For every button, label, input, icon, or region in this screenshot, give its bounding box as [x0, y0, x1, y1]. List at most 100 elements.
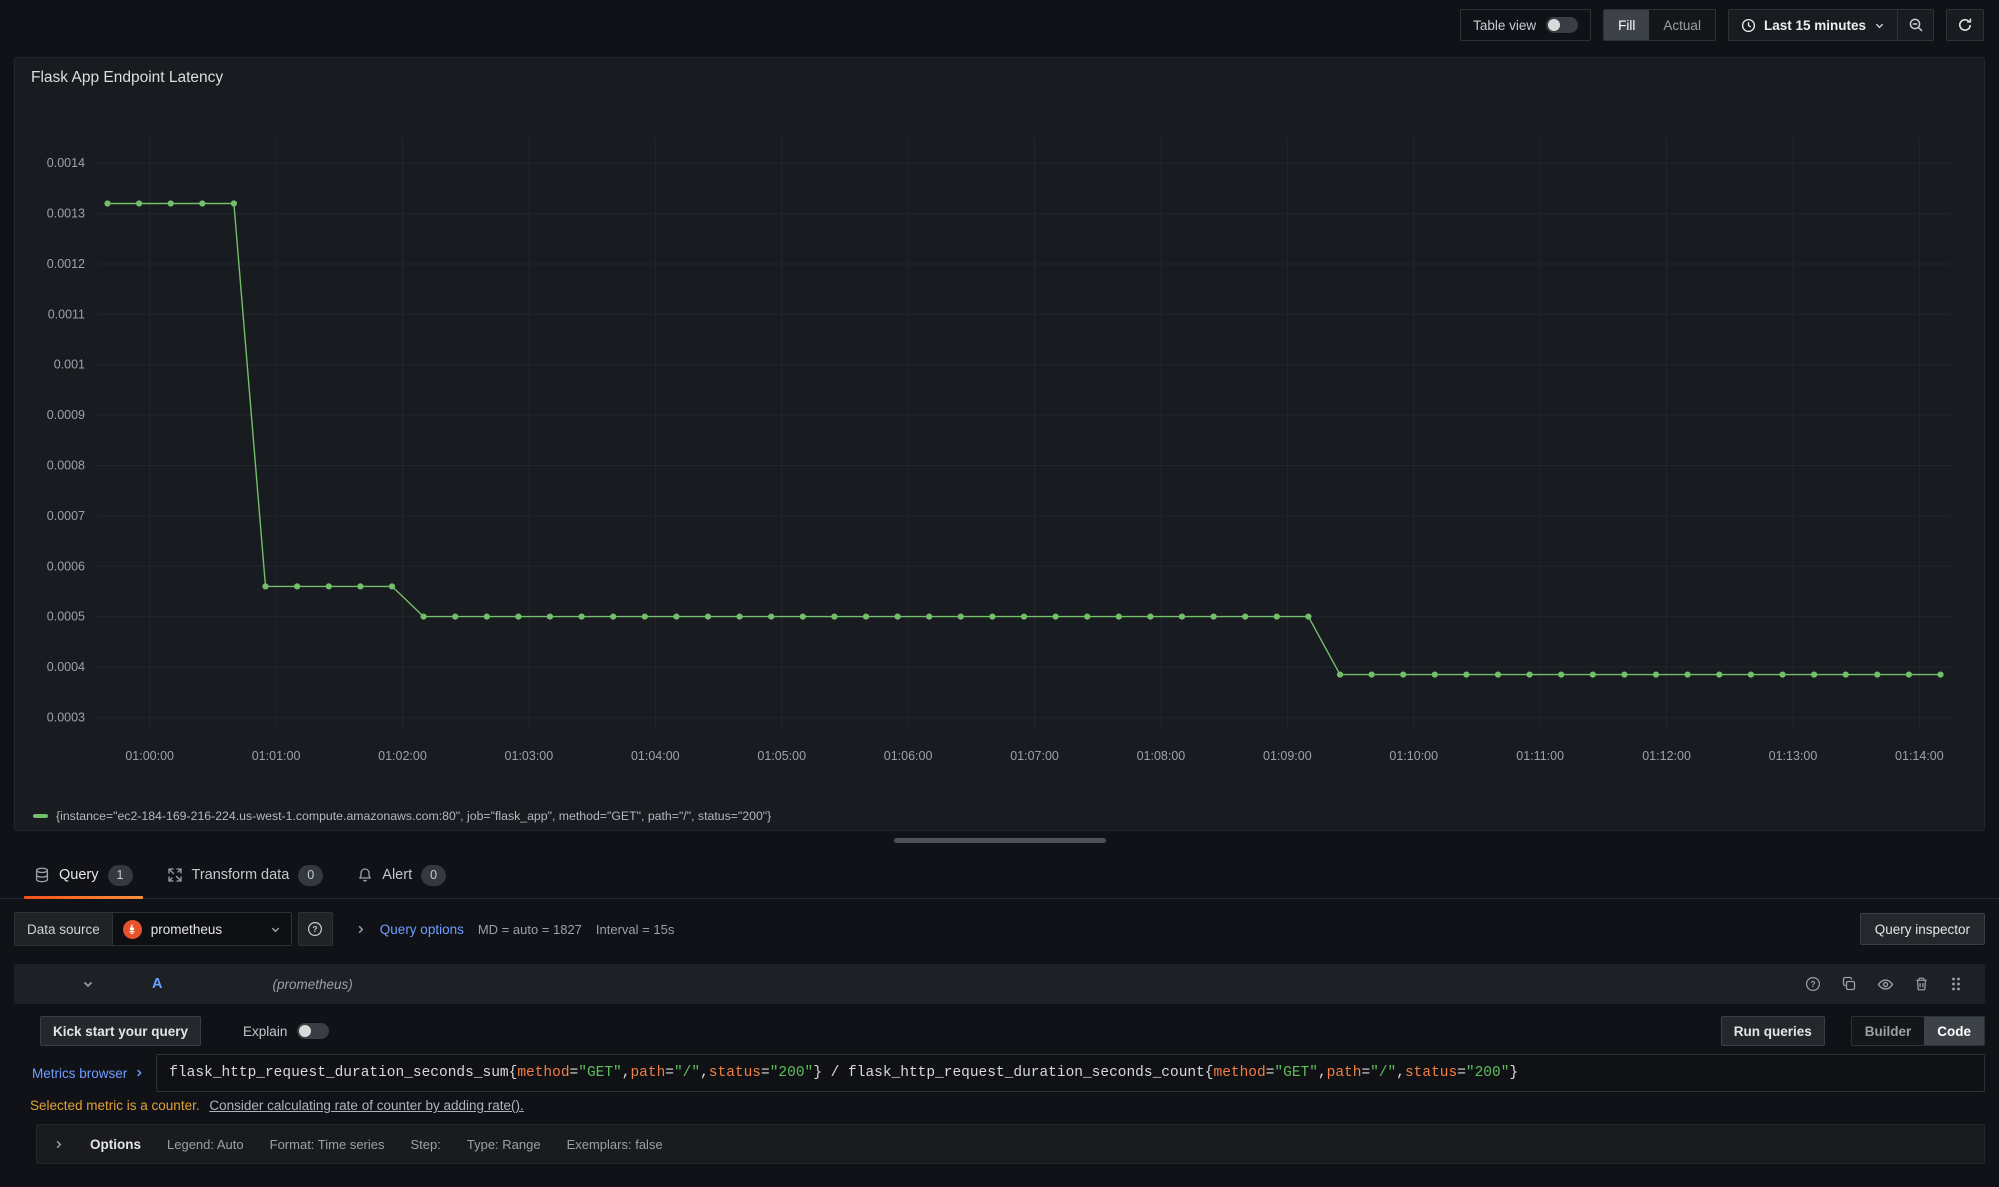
- chart-legend[interactable]: {instance="ec2-184-169-216-224.us-west-1…: [33, 809, 771, 823]
- svg-text:0.0014: 0.0014: [47, 156, 85, 170]
- options-format: Format: Time series: [270, 1137, 385, 1152]
- refresh-button[interactable]: [1946, 9, 1984, 41]
- query-ref-id[interactable]: A: [152, 976, 162, 992]
- query-editor-row: Metrics browser flask_http_request_durat…: [14, 1054, 1985, 1092]
- interval-value: Interval = 15s: [596, 922, 674, 937]
- svg-text:0.0003: 0.0003: [47, 710, 85, 724]
- tab-transform-count: 0: [298, 865, 323, 886]
- svg-text:01:11:00: 01:11:00: [1516, 749, 1564, 763]
- query-help-icon[interactable]: ?: [1805, 976, 1821, 992]
- svg-text:01:05:00: 01:05:00: [757, 749, 806, 763]
- explain-label: Explain: [243, 1024, 287, 1039]
- tab-query-label: Query: [59, 867, 99, 883]
- tab-transform-label: Transform data: [192, 867, 290, 883]
- builder-mode-button[interactable]: Builder: [1852, 1017, 1925, 1045]
- prometheus-logo-icon: [123, 920, 142, 939]
- svg-text:0.0006: 0.0006: [47, 559, 85, 573]
- svg-text:01:02:00: 01:02:00: [378, 749, 427, 763]
- query-options-summary: Query options MD = auto = 1827 Interval …: [355, 922, 675, 937]
- chart-svg: 0.00140.00130.00120.00110.0010.00090.000…: [23, 98, 1978, 798]
- svg-text:0.0012: 0.0012: [47, 257, 85, 271]
- panel-resize-handle[interactable]: [894, 838, 1106, 843]
- svg-text:01:10:00: 01:10:00: [1389, 749, 1438, 763]
- query-toolbar: Kick start your query Explain Run querie…: [40, 1015, 1985, 1047]
- legend-series-marker: [33, 814, 48, 818]
- options-legend: Legend: Auto: [167, 1137, 244, 1152]
- svg-text:0.0009: 0.0009: [47, 408, 85, 422]
- hide-query-eye-icon[interactable]: [1877, 976, 1894, 993]
- svg-text:01:12:00: 01:12:00: [1642, 749, 1691, 763]
- svg-text:0.001: 0.001: [54, 358, 85, 372]
- time-range-picker[interactable]: Last 15 minutes: [1729, 10, 1897, 40]
- query-options-bar: Options Legend: Auto Format: Time series…: [36, 1124, 1985, 1164]
- chevron-down-icon: [1874, 20, 1885, 31]
- options-label[interactable]: Options: [90, 1137, 141, 1152]
- editor-tabs: Query 1 Transform data 0 Alert 0: [0, 852, 1999, 899]
- transform-icon: [167, 867, 183, 883]
- tab-query-count: 1: [108, 865, 133, 886]
- svg-text:0.0005: 0.0005: [47, 610, 85, 624]
- actual-button[interactable]: Actual: [1649, 10, 1715, 40]
- add-rate-hint-link[interactable]: Consider calculating rate of counter by …: [209, 1098, 523, 1113]
- query-options-link[interactable]: Query options: [380, 922, 464, 937]
- fill-button[interactable]: Fill: [1604, 10, 1649, 40]
- warning-text: Selected metric is a counter.: [30, 1098, 200, 1113]
- fill-actual-group: Fill Actual: [1603, 9, 1716, 41]
- max-data-points-value: MD = auto = 1827: [478, 922, 582, 937]
- svg-text:?: ?: [1810, 979, 1815, 989]
- drag-handle-icon[interactable]: [1949, 976, 1963, 992]
- table-view-toggle[interactable]: [1546, 17, 1578, 33]
- svg-text:01:09:00: 01:09:00: [1263, 749, 1312, 763]
- counter-warning: Selected metric is a counter. Consider c…: [30, 1098, 1985, 1113]
- code-mode-button[interactable]: Code: [1924, 1017, 1984, 1045]
- duplicate-query-icon[interactable]: [1841, 976, 1857, 992]
- chevron-right-icon[interactable]: [355, 924, 366, 935]
- tab-transform-data[interactable]: Transform data 0: [153, 852, 338, 898]
- toggle-knob: [299, 1025, 311, 1037]
- run-queries-button[interactable]: Run queries: [1721, 1016, 1825, 1046]
- metrics-browser-toggle[interactable]: Metrics browser: [14, 1066, 156, 1081]
- panel-edit-toolbar: Table view Fill Actual Last 15 minutes: [0, 0, 1999, 50]
- datasource-help-button[interactable]: ?: [298, 912, 333, 946]
- time-range-group: Last 15 minutes: [1728, 9, 1934, 41]
- toggle-knob: [1548, 19, 1560, 31]
- collapse-chevron-icon[interactable]: [82, 978, 94, 990]
- time-range-label: Last 15 minutes: [1764, 18, 1866, 33]
- tab-alert[interactable]: Alert 0: [343, 852, 460, 898]
- svg-text:01:06:00: 01:06:00: [884, 749, 933, 763]
- datasource-picker[interactable]: prometheus: [112, 912, 292, 946]
- svg-text:01:01:00: 01:01:00: [252, 749, 301, 763]
- metrics-browser-label: Metrics browser: [32, 1066, 127, 1081]
- svg-text:0.0011: 0.0011: [48, 307, 85, 321]
- builder-code-group: Builder Code: [1851, 1016, 1985, 1046]
- options-step: Step:: [411, 1137, 441, 1152]
- tab-query[interactable]: Query 1: [20, 852, 147, 898]
- query-inspector-button[interactable]: Query inspector: [1860, 913, 1985, 945]
- time-series-panel: Flask App Endpoint Latency 0.00140.00130…: [14, 57, 1985, 831]
- promql-query-input[interactable]: flask_http_request_duration_seconds_sum{…: [156, 1054, 1985, 1092]
- database-icon: [34, 867, 50, 883]
- svg-text:01:13:00: 01:13:00: [1769, 749, 1818, 763]
- svg-text:01:04:00: 01:04:00: [631, 749, 680, 763]
- explain-toggle[interactable]: [297, 1023, 329, 1039]
- svg-text:?: ?: [313, 924, 318, 934]
- svg-text:01:07:00: 01:07:00: [1010, 749, 1059, 763]
- kick-start-query-button[interactable]: Kick start your query: [40, 1016, 201, 1046]
- panel-title: Flask App Endpoint Latency: [15, 58, 1984, 87]
- help-circle-icon: ?: [307, 921, 323, 937]
- refresh-icon: [1957, 17, 1973, 33]
- legend-series-label: {instance="ec2-184-169-216-224.us-west-1…: [56, 809, 771, 823]
- tab-alert-count: 0: [421, 865, 446, 886]
- svg-text:01:14:00: 01:14:00: [1895, 749, 1944, 763]
- query-row-header: A (prometheus) ?: [14, 964, 1985, 1004]
- options-type: Type: Range: [467, 1137, 541, 1152]
- chevron-down-icon: [270, 924, 281, 935]
- options-chevron-right-icon[interactable]: [53, 1139, 64, 1150]
- options-exemplars: Exemplars: false: [567, 1137, 663, 1152]
- delete-query-trash-icon[interactable]: [1914, 976, 1929, 992]
- tab-alert-label: Alert: [382, 867, 412, 883]
- svg-text:01:08:00: 01:08:00: [1137, 749, 1186, 763]
- zoom-out-button[interactable]: [1897, 10, 1933, 40]
- table-view-label: Table view: [1473, 18, 1536, 33]
- query-row-actions: ?: [1805, 976, 1985, 993]
